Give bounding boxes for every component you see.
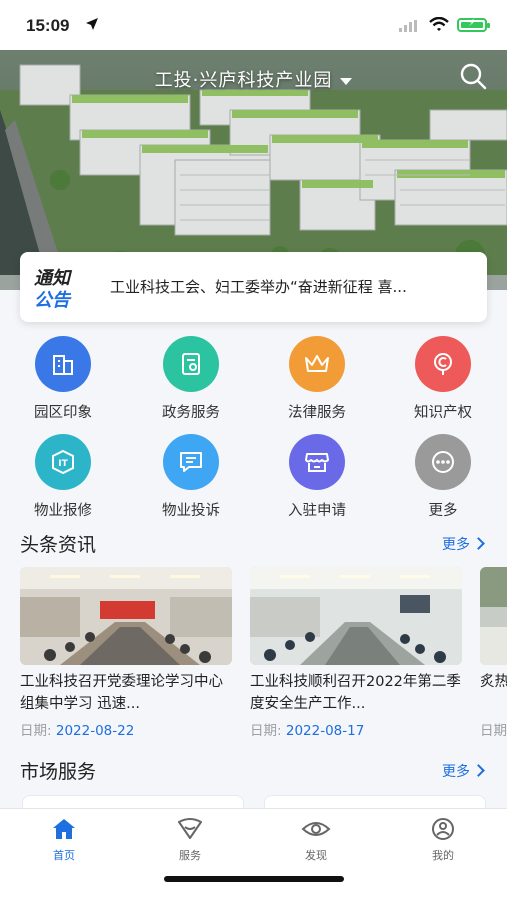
news-date-value: 2022-08-22 — [55, 723, 135, 739]
grid-item-complaint[interactable]: 物业投诉 — [131, 434, 251, 520]
user-icon — [432, 818, 454, 840]
bottom-tab-bar: 首页 服务 发现 我的 — [0, 808, 507, 901]
building-icon — [35, 336, 91, 392]
market-section-title: 市场服务 — [20, 761, 97, 783]
news-thumbnail — [480, 567, 507, 665]
news-more-link[interactable]: 更多 — [442, 534, 485, 554]
wifi-icon — [429, 17, 449, 31]
search-icon[interactable] — [459, 62, 487, 90]
grid-item-park-impression[interactable]: 园区印象 — [3, 336, 123, 422]
tab-discover[interactable]: 发现 — [266, 817, 366, 863]
news-thumbnail — [250, 567, 462, 665]
news-card[interactable]: 工业科技顺利召开2022年第二季度安全生产工作... 日期: 2022-08-1… — [250, 567, 462, 739]
grid-item-more[interactable]: 更多 — [383, 434, 503, 520]
notice-badge-line2: 公告 — [34, 290, 70, 311]
chevron-right-icon — [472, 764, 485, 777]
grid-item-repair[interactable]: IT 物业报修 — [3, 434, 123, 520]
home-icon — [53, 819, 75, 839]
market-more-label: 更多 — [442, 764, 470, 780]
grid-label: 入驻申请 — [288, 503, 346, 519]
market-more-link[interactable]: 更多 — [442, 761, 485, 781]
news-date-label: 日期 — [480, 723, 507, 739]
notice-badge: 通知 公告 — [34, 264, 90, 311]
news-date: 日期 — [480, 719, 507, 739]
news-date: 日期: 2022-08-17 — [250, 719, 462, 739]
service-icon — [178, 818, 202, 839]
tab-label: 我的 — [432, 849, 454, 862]
grid-label: 园区印象 — [34, 405, 92, 421]
location-arrow-icon — [86, 18, 98, 30]
grid-label: 法律服务 — [288, 405, 346, 421]
park-name: 工投·兴庐科技产业园 — [154, 70, 333, 91]
grid-label: 物业报修 — [34, 503, 92, 519]
grid-item-ip[interactable]: 知识产权 — [383, 336, 503, 422]
it-icon: IT — [35, 434, 91, 490]
news-section-title: 头条资讯 — [20, 534, 97, 556]
news-title: 工业科技召开党委理论学习中心组集中学习 迅速... — [20, 674, 223, 712]
tab-label: 发现 — [305, 849, 327, 862]
news-date: 日期: 2022-08-22 — [20, 719, 232, 739]
eye-icon — [301, 822, 331, 836]
news-card[interactable]: 炙热 日期 — [480, 567, 507, 739]
tab-label: 服务 — [179, 849, 201, 862]
cellular-signal-icon — [399, 20, 417, 32]
tab-home[interactable]: 首页 — [14, 817, 114, 863]
park-selector[interactable]: 工投·兴庐科技产业园 — [0, 66, 507, 92]
copyright-icon — [415, 336, 471, 392]
grid-item-settle-apply[interactable]: 入驻申请 — [257, 434, 377, 520]
store-icon — [289, 434, 345, 490]
dropdown-caret-icon — [340, 77, 353, 85]
grid-label: 物业投诉 — [162, 503, 220, 519]
news-thumbnail — [20, 567, 232, 665]
news-date-label: 日期: — [20, 723, 52, 739]
news-card[interactable]: 工业科技召开党委理论学习中心组集中学习 迅速... 日期: 2022-08-22 — [20, 567, 232, 739]
notice-bar[interactable]: 通知 公告 工业科技工会、妇工委举办“奋进新征程 喜... — [20, 252, 487, 322]
grid-label: 更多 — [428, 503, 458, 519]
chevron-right-icon — [472, 537, 485, 550]
crown-icon — [289, 336, 345, 392]
news-title: 工业科技顺利召开2022年第二季度安全生产工作... — [250, 674, 461, 712]
notice-text[interactable]: 工业科技工会、妇工委举办“奋进新征程 喜... — [110, 276, 407, 297]
tab-mine[interactable]: 我的 — [393, 817, 493, 863]
battery-icon: ⚡ — [457, 18, 490, 32]
document-icon — [163, 336, 219, 392]
grid-label: 知识产权 — [414, 405, 472, 421]
status-time: 15:09 — [26, 16, 70, 35]
tab-service[interactable]: 服务 — [140, 817, 240, 863]
news-title: 炙热 — [480, 674, 507, 690]
tab-label: 首页 — [53, 849, 75, 862]
status-bar: 15:09 ⚡ — [0, 0, 507, 50]
svg-text:IT: IT — [58, 459, 68, 469]
message-icon — [163, 434, 219, 490]
grid-item-legal-service[interactable]: 法律服务 — [257, 336, 377, 422]
news-date-value: 2022-08-17 — [285, 723, 365, 739]
news-more-label: 更多 — [442, 537, 470, 553]
news-date-label: 日期: — [250, 723, 282, 739]
more-icon — [415, 434, 471, 490]
home-indicator[interactable] — [164, 876, 344, 882]
grid-item-gov-service[interactable]: 政务服务 — [131, 336, 251, 422]
grid-label: 政务服务 — [162, 405, 220, 421]
